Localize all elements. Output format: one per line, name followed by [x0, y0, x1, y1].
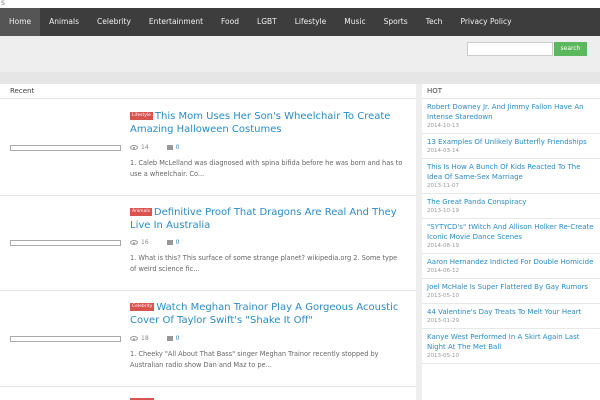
article-excerpt: 1. Caleb McLelland was diagnosed with sp… [130, 159, 403, 178]
nav-music[interactable]: Music [335, 8, 374, 36]
article-title[interactable]: Lifestyle This Mom Uses Her Son's Wheelch… [130, 110, 400, 136]
view-count: 16 [141, 239, 149, 246]
article-excerpt: 1. What is this? This surface of some st… [130, 254, 398, 273]
category-tag[interactable]: Celebrity [130, 303, 155, 311]
comment-icon [166, 240, 173, 245]
nav-lifestyle[interactable]: Lifestyle [286, 8, 336, 36]
top-strip: S [0, 0, 600, 8]
search-input[interactable] [467, 42, 553, 56]
article-item: Animals Definitive Proof That Dragons Are… [0, 196, 416, 291]
article-item: Celebrity Watch Meghan Trainor Play A Gor… [0, 291, 416, 387]
hot-item-title[interactable]: The Great Panda Conspiracy [427, 197, 595, 207]
nav-tech[interactable]: Tech [417, 8, 452, 36]
article-item: Lifestyle This Mom Uses Her Son's Wheelch… [0, 100, 416, 196]
hot-item: Aaron Hernandez Indicted For Double Homi… [422, 254, 600, 279]
eye-icon [130, 145, 138, 150]
nav-animals[interactable]: Animals [40, 8, 88, 36]
eye-icon [130, 240, 138, 245]
hot-item-title[interactable]: This Is How A Bunch Of Kids Reacted To T… [427, 162, 595, 182]
nav-sports[interactable]: Sports [375, 8, 417, 36]
hot-item-date: 2013-01-29 [427, 318, 459, 324]
comment-count[interactable]: 0 [176, 239, 180, 246]
hot-item-date: 2013-05-10 [427, 293, 459, 299]
search-button[interactable]: search [554, 42, 587, 56]
divider-band [0, 72, 600, 84]
nav-lgbt[interactable]: LGBT [248, 8, 286, 36]
article-title[interactable]: Animals Definitive Proof That Dragons Are… [130, 206, 400, 232]
article-thumbnail[interactable] [10, 240, 121, 246]
hot-item-title[interactable]: "SYTYCD's" tWitch And Allison Holker Re-… [427, 222, 595, 242]
view-count: 14 [141, 144, 149, 151]
eye-icon [130, 336, 138, 341]
hot-item-title[interactable]: 13 Examples Of Unlikely Butterfly Friend… [427, 137, 595, 147]
hot-item: Joel McHale Is Super Flattered By Gay Ru… [422, 279, 600, 304]
main-nav: Home Animals Celebrity Entertainment Foo… [0, 8, 600, 36]
comment-icon [166, 336, 173, 341]
hot-item-title[interactable]: Joel McHale Is Super Flattered By Gay Ru… [427, 282, 595, 292]
nav-food[interactable]: Food [212, 8, 248, 36]
hot-item-date: 2014-08-19 [427, 243, 459, 249]
article-thumbnail[interactable] [10, 336, 121, 342]
hot-item: 44 Valentine's Day Treats To Melt Your H… [422, 304, 600, 329]
hot-item-date: 2014-03-14 [427, 148, 459, 154]
hot-item-date: 2013-11-07 [427, 183, 459, 189]
nav-home[interactable]: Home [0, 8, 41, 36]
hot-item-title[interactable]: Robert Downey Jr. And Jimmy Fallon Have … [427, 102, 595, 122]
recent-heading: Recent [0, 84, 416, 99]
comment-count[interactable]: 0 [176, 335, 180, 342]
hot-item-title[interactable]: Aaron Hernandez Indicted For Double Homi… [427, 257, 595, 267]
article-excerpt: 1. Cheeky "All About That Bass" singer M… [130, 350, 379, 369]
view-count: 18 [141, 335, 149, 342]
hot-item-title[interactable]: 44 Valentine's Day Treats To Melt Your H… [427, 307, 595, 317]
recent-section: Recent Lifestyle This Mom Uses Her Son's … [0, 84, 416, 400]
article-title[interactable]: Celebrity Watch Meghan Trainor Play A Gor… [130, 301, 400, 327]
article-meta: 18 0 [130, 335, 179, 342]
hot-item: Kanye West Performed In A Skirt Again La… [422, 329, 600, 364]
category-tag[interactable]: Lifestyle [130, 112, 153, 120]
article-thumbnail[interactable] [10, 145, 121, 151]
hot-item-date: 2013-05-10 [427, 353, 459, 359]
hot-sidebar: HOT Robert Downey Jr. And Jimmy Fallon H… [422, 84, 600, 400]
hot-item: 13 Examples Of Unlikely Butterfly Friend… [422, 134, 600, 159]
hot-heading: HOT [422, 84, 600, 99]
hot-item: The Great Panda Conspiracy 2013-10-19 [422, 194, 600, 219]
comment-count[interactable]: 0 [176, 144, 180, 151]
nav-privacy-policy[interactable]: Privacy Policy [451, 8, 520, 36]
article-meta: 14 0 [130, 144, 179, 151]
hot-item-date: 2014-10-13 [427, 123, 459, 129]
nav-entertainment[interactable]: Entertainment [140, 8, 212, 36]
hot-item-date: 2013-10-19 [427, 208, 459, 214]
hot-item-title[interactable]: Kanye West Performed In A Skirt Again La… [427, 332, 595, 352]
hot-item: "SYTYCD's" tWitch And Allison Holker Re-… [422, 219, 600, 254]
category-tag[interactable]: Animals [130, 208, 152, 216]
comment-icon [166, 145, 173, 150]
hot-item-date: 2014-06-12 [427, 268, 459, 274]
hot-item: Robert Downey Jr. And Jimmy Fallon Have … [422, 99, 600, 134]
article-meta: 16 0 [130, 239, 179, 246]
nav-celebrity[interactable]: Celebrity [88, 8, 140, 36]
hot-item: This Is How A Bunch Of Kids Reacted To T… [422, 159, 600, 194]
